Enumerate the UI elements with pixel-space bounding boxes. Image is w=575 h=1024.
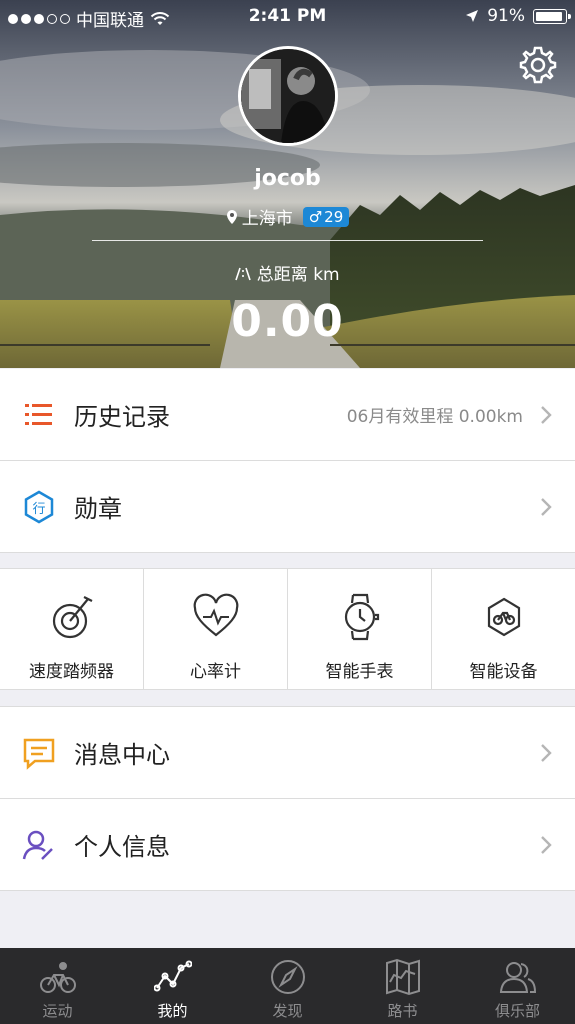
heart-rate-icon [193, 593, 238, 637]
tab-label: 俱乐部 [494, 1002, 540, 1020]
settings-button[interactable] [517, 44, 559, 86]
speed-cadence-sensor-icon [52, 596, 92, 639]
message-center-label: 消息中心 [74, 741, 170, 769]
tab-sport[interactable]: 运动 [0, 948, 115, 1024]
personal-info-label: 个人信息 [74, 833, 170, 861]
medal-hexagon-icon: 行 [24, 490, 54, 524]
age-value: 29 [324, 207, 344, 226]
gear-icon [519, 46, 557, 84]
tab-label: 我的 [157, 1002, 188, 1020]
history-list-icon [25, 404, 52, 425]
smartwatch-icon [344, 593, 379, 641]
battery-group: 91% [465, 6, 571, 26]
tab-discover[interactable]: 发现 [230, 948, 345, 1024]
total-distance-value: 0.00 [231, 296, 344, 347]
chevron-right-icon [541, 406, 552, 424]
section-divider [0, 552, 575, 553]
status-bar: 中国联通 2:41 PM 91% [0, 0, 575, 34]
svg-text:行: 行 [32, 502, 45, 517]
chevron-right-icon [541, 836, 552, 854]
road-icon [235, 267, 252, 281]
history-row[interactable]: 历史记录 06月有效里程 0.00km [0, 369, 575, 460]
male-icon: ♂ [308, 207, 323, 226]
battery-percent: 91% [487, 6, 525, 26]
profile-meta: 上海市 ♂ 29 [0, 204, 575, 229]
tab-mine[interactable]: 我的 [115, 948, 230, 1024]
message-icon [23, 738, 55, 770]
smart-device-icon [487, 597, 520, 637]
total-distance-label: 总距离 km [0, 260, 575, 285]
location-pin-icon [226, 209, 237, 224]
tab-bar: 运动 我的 发现 路书 俱乐部 [0, 948, 575, 1024]
tab-label: 路书 [387, 1002, 418, 1020]
chart-line-icon [153, 960, 192, 992]
avatar-photo [241, 49, 335, 143]
username: jocob [254, 166, 321, 191]
device-label: 智能手表 [325, 662, 394, 682]
tab-label: 发现 [272, 1002, 303, 1020]
group-icon [499, 962, 536, 993]
tab-club[interactable]: 俱乐部 [460, 948, 575, 1024]
device-smartwatch[interactable]: 智能手表 [288, 569, 432, 689]
medal-label: 勋章 [74, 495, 122, 523]
message-center-row[interactable]: 消息中心 [0, 707, 575, 798]
personal-info-row[interactable]: 个人信息 [0, 799, 575, 890]
compass-icon [270, 960, 305, 994]
device-label: 速度踏频器 [29, 662, 114, 682]
device-speed-cadence[interactable]: 速度踏频器 [0, 569, 144, 689]
device-label: 心率计 [190, 662, 241, 682]
location: 上海市 [226, 204, 293, 229]
battery-icon [533, 8, 571, 24]
avatar[interactable] [238, 46, 338, 146]
header-divider [92, 240, 483, 241]
chevron-right-icon [541, 498, 552, 516]
total-distance-text: 总距离 km [256, 265, 340, 285]
tab-label: 运动 [42, 1002, 73, 1020]
medal-row[interactable]: 行 勋章 [0, 461, 575, 552]
monthly-distance: 06月有效里程 0.00km [346, 407, 523, 427]
location-arrow-icon [466, 10, 479, 22]
user-edit-icon [22, 830, 53, 860]
history-label: 历史记录 [74, 403, 170, 431]
device-grid: 速度踏频器 心率计 智能手表 智能设备 [0, 568, 575, 690]
gender-age-badge: ♂ 29 [302, 206, 350, 227]
bike-icon [39, 962, 76, 993]
city-label: 上海市 [241, 209, 293, 229]
tab-roadbook[interactable]: 路书 [345, 948, 460, 1024]
profile-header: 中国联通 2:41 PM 91% jocob 上海市 ♂ 29 总距离 km 0… [0, 0, 575, 368]
chevron-right-icon [541, 744, 552, 762]
device-heart-rate[interactable]: 心率计 [144, 569, 288, 689]
device-smart-device[interactable]: 智能设备 [432, 569, 575, 689]
row-divider [0, 890, 575, 891]
device-label: 智能设备 [469, 662, 538, 682]
map-icon [385, 958, 420, 996]
